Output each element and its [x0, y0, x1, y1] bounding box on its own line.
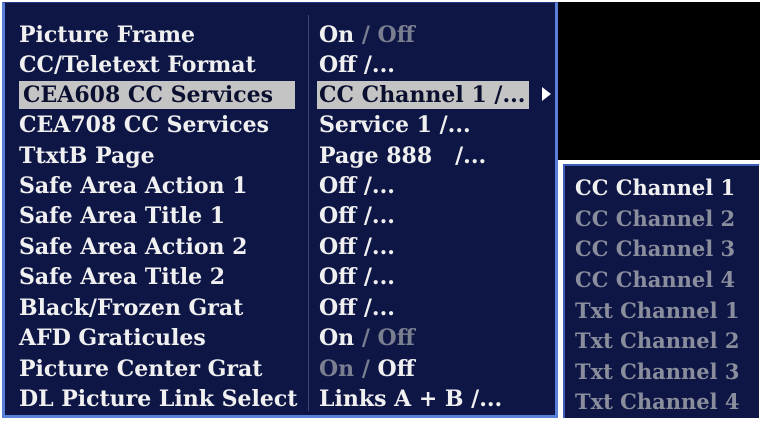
menu-row-safe-area-title-1[interactable]: Safe Area Title 1 Off /...	[19, 201, 551, 231]
submenu-item-txt-channel-4[interactable]: Txt Channel 4	[575, 386, 759, 417]
menu-row-ttxtb-page[interactable]: TtxtB Page Page 888 /...	[19, 141, 551, 171]
submenu-item-cc-channel-2[interactable]: CC Channel 2	[575, 203, 759, 234]
menu-row-label: Safe Area Action 2	[19, 234, 248, 260]
menu-row-label: CC/Teletext Format	[19, 52, 256, 78]
menu-row-cea608-cc-services[interactable]: CEA608 CC Services CC Channel 1 /...	[19, 80, 551, 110]
menu-row-label: TtxtB Page	[19, 143, 155, 169]
menu-row-afd-graticules[interactable]: AFD Graticules On / Off	[19, 323, 551, 353]
menu-row-value[interactable]: CC Channel 1 /...	[319, 80, 525, 110]
menu-row-cc-teletext-format[interactable]: CC/Teletext Format Off /...	[19, 50, 551, 80]
settings-menu-panel: Picture Frame On / Off CC/Teletext Forma…	[2, 2, 558, 418]
menu-row-safe-area-action-2[interactable]: Safe Area Action 2 Off /...	[19, 232, 551, 262]
menu-row-label: Safe Area Action 1	[19, 173, 248, 199]
menu-row-value[interactable]: Page 888 /...	[319, 141, 486, 171]
menu-row-dl-picture-link-select[interactable]: DL Picture Link Select Links A + B /...	[19, 384, 551, 414]
submenu-item-cc-channel-1[interactable]: CC Channel 1	[575, 172, 759, 203]
submenu-item-cc-channel-3[interactable]: CC Channel 3	[575, 233, 759, 264]
submenu-item-cc-channel-4[interactable]: CC Channel 4	[575, 264, 759, 295]
submenu-item-txt-channel-1[interactable]: Txt Channel 1	[575, 295, 759, 326]
submenu-item-txt-channel-3[interactable]: Txt Channel 3	[575, 356, 759, 387]
menu-row-label: Safe Area Title 1	[19, 203, 226, 229]
menu-row-value[interactable]: On / Off	[319, 20, 415, 50]
menu-row-label: Safe Area Title 2	[19, 264, 226, 290]
menu-row-value[interactable]: Links A + B /...	[319, 384, 502, 414]
menu-row-value[interactable]: Off /...	[319, 293, 395, 323]
menu-row-value[interactable]: On / Off	[319, 323, 415, 353]
menu-row-safe-area-title-2[interactable]: Safe Area Title 2 Off /...	[19, 262, 551, 292]
menu-row-black-frozen-grat[interactable]: Black/Frozen Grat Off /...	[19, 293, 551, 323]
submenu-item-txt-channel-2[interactable]: Txt Channel 2	[575, 325, 759, 356]
menu-row-label: Picture Frame	[19, 22, 196, 48]
display-background	[558, 2, 760, 160]
menu-row-picture-frame[interactable]: Picture Frame On / Off	[19, 20, 551, 50]
menu-row-value[interactable]: Off /...	[319, 171, 395, 201]
menu-row-label: CEA708 CC Services	[19, 112, 270, 138]
menu-row-label: Black/Frozen Grat	[19, 295, 244, 321]
menu-row-value[interactable]: Service 1 /...	[319, 110, 471, 140]
submenu-arrow-icon[interactable]	[542, 87, 551, 101]
menu-row-picture-center-grat[interactable]: Picture Center Grat On / Off	[19, 354, 551, 384]
menu-row-label: DL Picture Link Select	[19, 386, 298, 412]
menu-row-cea708-cc-services[interactable]: CEA708 CC Services Service 1 /...	[19, 110, 551, 140]
menu-row-value[interactable]: Off /...	[319, 201, 395, 231]
menu-row-value[interactable]: Off /...	[319, 50, 395, 80]
menu-row-label: Picture Center Grat	[19, 356, 263, 382]
menu-row-value[interactable]: Off /...	[319, 262, 395, 292]
cc-channel-submenu: CC Channel 1 CC Channel 2 CC Channel 3 C…	[563, 164, 759, 418]
menu-row-safe-area-action-1[interactable]: Safe Area Action 1 Off /...	[19, 171, 551, 201]
menu-row-label: CEA608 CC Services	[23, 82, 274, 108]
menu-row-value[interactable]: Off /...	[319, 232, 395, 262]
menu-row-label: AFD Graticules	[19, 325, 206, 351]
menu-row-value[interactable]: On / Off	[319, 354, 415, 384]
